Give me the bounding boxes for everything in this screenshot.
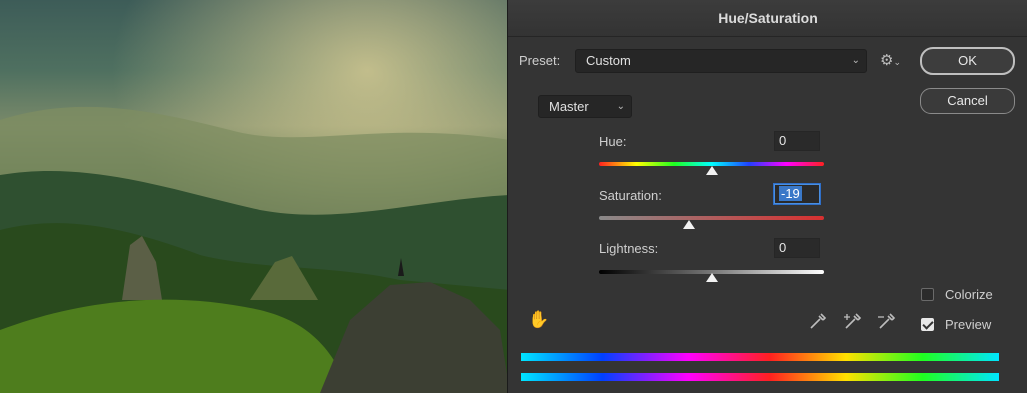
chevron-down-icon: ⌄: [851, 55, 860, 66]
cancel-button[interactable]: Cancel: [920, 88, 1015, 114]
input-color-bar: [521, 353, 999, 361]
dialog-title: Hue/Saturation: [508, 0, 1027, 37]
preview-checkbox[interactable]: [921, 318, 934, 331]
lightness-input[interactable]: 0: [774, 238, 820, 258]
eyedropper-minus-icon[interactable]: [877, 311, 899, 331]
hue-input[interactable]: 0: [774, 131, 820, 151]
chevron-down-icon: ⌄: [616, 101, 625, 112]
preset-dropdown[interactable]: Custom ⌄: [575, 49, 867, 73]
ok-button[interactable]: OK: [920, 47, 1015, 75]
landscape-image: [0, 0, 510, 393]
eyedropper-plus-icon[interactable]: [843, 311, 865, 331]
preset-label: Preset:: [519, 53, 561, 68]
saturation-slider-thumb[interactable]: [683, 220, 695, 229]
preview-label: Preview: [945, 317, 992, 332]
eyedropper-icon[interactable]: [808, 311, 828, 331]
gear-icon[interactable]: ⚙⌄: [880, 53, 901, 70]
hand-adjust-icon[interactable]: ✋: [528, 311, 549, 328]
hue-label: Hue:: [599, 134, 627, 149]
saturation-label: Saturation:: [599, 188, 662, 203]
lightness-label: Lightness:: [599, 241, 659, 256]
colorize-checkbox[interactable]: [921, 288, 934, 301]
saturation-value: -19: [779, 186, 802, 201]
saturation-input[interactable]: -19: [774, 184, 820, 204]
output-color-bar: [521, 373, 999, 381]
channel-value: Master: [549, 99, 589, 114]
channel-dropdown[interactable]: Master ⌄: [538, 95, 632, 118]
hue-slider-thumb[interactable]: [706, 166, 718, 175]
background-photo: [0, 0, 510, 393]
hue-saturation-dialog: Hue/Saturation Preset: Custom ⌄ ⚙⌄ OK Ca…: [507, 0, 1027, 393]
preset-value: Custom: [586, 53, 631, 68]
colorize-label: Colorize: [945, 287, 993, 302]
lightness-slider-thumb[interactable]: [706, 273, 718, 282]
saturation-slider-track[interactable]: [599, 216, 824, 220]
